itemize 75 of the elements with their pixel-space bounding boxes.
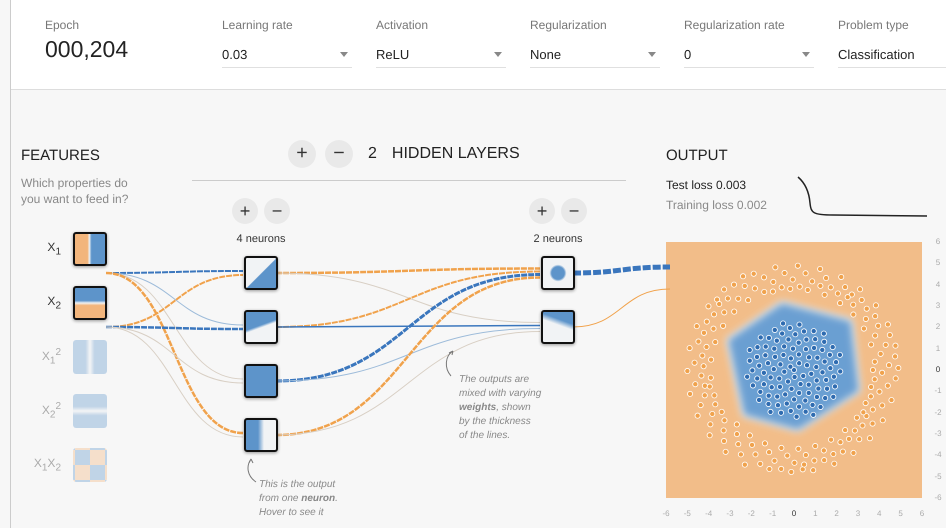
neuron-count: 4 neurons: [236, 232, 286, 246]
caret-icon: [648, 52, 656, 56]
neuron-node[interactable]: [244, 310, 278, 344]
dropdown[interactable]: ReLU: [376, 41, 506, 68]
features-heading: FEATURES: [21, 147, 101, 165]
x-axis-tick: -2: [746, 509, 756, 519]
x-axis-tick: 3: [854, 509, 862, 519]
add-neuron-button[interactable]: +: [232, 198, 258, 224]
neuron-node[interactable]: [541, 310, 575, 344]
test-loss: Test loss 0.003: [666, 177, 748, 194]
y-axis-tick: 0: [934, 364, 942, 375]
neuron-node[interactable]: [244, 256, 278, 290]
control-label: Learning rate: [222, 17, 294, 33]
feature-node[interactable]: [73, 286, 107, 320]
y-axis-tick: 4: [934, 280, 942, 290]
remove-neuron-button[interactable]: −: [264, 198, 290, 224]
y-axis-tick: 5: [934, 258, 942, 268]
control-label: Problem type: [838, 17, 910, 33]
add-layer-button[interactable]: +: [288, 140, 316, 168]
control-label: Regularization rate: [684, 17, 786, 33]
neuron-node[interactable]: [244, 364, 278, 398]
x-axis-tick: 0: [790, 509, 798, 519]
y-axis-tick: 3: [934, 300, 942, 311]
neuron-node[interactable]: [244, 418, 278, 452]
control-label: Regularization: [530, 17, 608, 33]
feature-node[interactable]: [73, 394, 107, 428]
annotation-text: This is the output from one neuron. Hover to see it: [259, 478, 338, 520]
x-axis-tick: -4: [704, 509, 714, 519]
x-axis-tick: 2: [833, 509, 840, 519]
control-label: Epoch: [45, 17, 80, 33]
feature-label: X$_{1}$: [46, 240, 61, 258]
layer-count: 2: [368, 145, 377, 163]
training-loss: Training loss 0.002: [666, 197, 767, 214]
remove-neuron-button[interactable]: −: [561, 198, 587, 224]
features-description: Which properties do you want to feed in?: [21, 175, 130, 207]
dropdown[interactable]: Classification: [838, 41, 946, 68]
dropdown[interactable]: 0.03: [222, 41, 352, 68]
y-axis-tick: -1: [933, 386, 943, 396]
dropdown[interactable]: None: [530, 41, 660, 68]
x-axis-tick: 4: [876, 509, 882, 519]
x-axis-tick: 5: [897, 509, 904, 519]
caret-icon: [340, 52, 348, 56]
feature-node[interactable]: [73, 232, 107, 266]
x-axis-tick: -6: [661, 509, 671, 519]
x-axis-tick: 1: [812, 509, 819, 519]
feature-label: X$_{2}$: [46, 294, 61, 312]
neuron-node[interactable]: [541, 256, 575, 290]
control-label: Activation: [376, 17, 430, 33]
y-axis-tick: -4: [933, 450, 943, 460]
feature-label: X$_{1}$X$_{2}$: [32, 456, 61, 474]
hidden-layers-heading: HIDDEN LAYERS: [392, 145, 520, 163]
y-axis-tick: 1: [934, 344, 942, 354]
output-heading: OUTPUT: [666, 147, 729, 165]
y-axis-tick: -6: [933, 492, 943, 503]
annotation-text: The outputs are mixed with varying weights, shown by the thickness of the lines.: [459, 373, 542, 443]
remove-layer-button[interactable]: −: [325, 140, 353, 168]
leader-line: [443, 350, 455, 378]
y-axis-tick: -5: [933, 472, 943, 482]
x-axis-tick: 6: [918, 509, 926, 519]
x-axis-tick: -3: [725, 509, 735, 519]
dropdown[interactable]: 0: [684, 41, 814, 68]
x-axis-tick: -5: [682, 509, 692, 519]
epoch-counter: 000,204: [45, 35, 130, 63]
add-neuron-button[interactable]: +: [529, 198, 555, 224]
x-axis-tick: -1: [768, 509, 778, 519]
neuron-count: 2 neurons: [534, 232, 582, 246]
feature-node[interactable]: [73, 340, 107, 374]
y-axis-tick: -3: [933, 428, 943, 439]
y-axis-tick: -2: [933, 408, 943, 418]
feature-node[interactable]: [73, 448, 107, 482]
leader-line: [246, 458, 258, 484]
y-axis-tick: 2: [934, 322, 942, 332]
caret-icon: [802, 52, 810, 56]
caret-icon: [494, 52, 502, 56]
y-axis-tick: 6: [934, 237, 942, 247]
